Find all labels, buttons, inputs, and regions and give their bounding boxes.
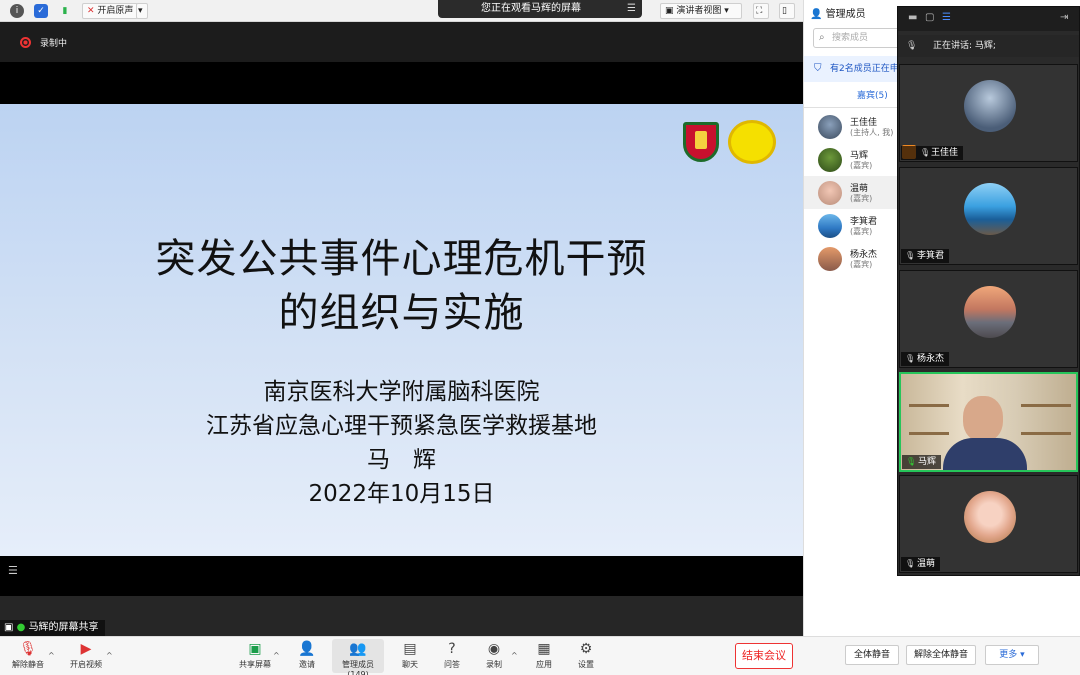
avatar <box>818 115 842 139</box>
apps-button[interactable]: ▦ 应用 <box>530 639 558 673</box>
slide-title-line2: 的组织与实施 <box>278 290 525 336</box>
slide-org-line1: 南京医科大学附属脑科医院 <box>263 379 540 405</box>
watching-banner: 您正在观看马辉的屏幕 ☰ <box>438 0 642 18</box>
tile-name-label: 🎙 杨永杰 <box>901 352 950 366</box>
meeting-window: i ✓ ▮ ✕ 开启原声 ▾ 您正在观看马辉的屏幕 ☰ ▣ 演讲者视图 ▾ ⛶ … <box>0 0 1080 675</box>
video-off-icon: ▶ <box>80 641 92 657</box>
apps-icon: ▦ <box>537 641 551 657</box>
presenter-view-icon: ▣ <box>665 6 674 16</box>
top-toolbar: i ✓ ▮ ✕ 开启原声 ▾ 您正在观看马辉的屏幕 ☰ ▣ 演讲者视图 ▾ ⛶ … <box>0 0 803 22</box>
question-icon: ? <box>448 641 456 657</box>
minimize-icon[interactable]: ▬ <box>908 12 917 23</box>
menu-icon[interactable]: ☰ <box>627 2 636 16</box>
video-options-caret[interactable]: ^ <box>106 651 113 660</box>
avatar <box>964 491 1016 543</box>
mic-muted-icon: 🎙 <box>905 354 916 363</box>
avatar <box>964 80 1016 132</box>
hospital-emblem-logo <box>683 122 719 162</box>
invite-button[interactable]: 👤 邀请 <box>290 639 324 673</box>
sidebar-toggle-button[interactable]: ▯ <box>779 3 795 19</box>
mic-off-icon: ✕ <box>87 6 95 16</box>
collapse-icon[interactable]: ⇥ <box>1060 12 1068 23</box>
share-screen-button[interactable]: ▣ 共享屏幕 <box>236 639 274 673</box>
window-icon[interactable]: ▢ <box>925 12 934 23</box>
shared-screen-slide: 突发公共事件心理危机干预 的组织与实施 南京医科大学附属脑科医院 江苏省应急心理… <box>0 104 803 556</box>
gallery-layout-icon[interactable]: ☰ <box>942 12 951 23</box>
video-gallery: ▬ ▢ ☰ ⇥ 🎙 正在讲话: 马辉; 🎙 王佳佳 🎙 李箕君 🎙 杨永杰 🎙 … <box>897 6 1080 576</box>
video-tile[interactable]: 🎙 王佳佳 <box>899 64 1078 162</box>
mic-icon: ● <box>16 622 26 633</box>
unmute-button[interactable]: 🎙 解除静音 <box>8 639 48 673</box>
slide-org-line2: 江苏省应急心理干预紧急医学救援基地 <box>206 413 597 439</box>
fullscreen-button[interactable]: ⛶ <box>753 3 769 19</box>
video-letterbox-top <box>0 62 803 104</box>
user-icon: 👤 <box>810 9 823 20</box>
tile-name-label: 🎙 王佳佳 <box>901 146 964 160</box>
original-sound-dropdown[interactable]: ▾ <box>136 3 148 19</box>
recording-status: 录制中 <box>40 39 68 49</box>
record-options-caret[interactable]: ^ <box>511 651 518 660</box>
avatar <box>964 183 1016 235</box>
recording-bar: 录制中 <box>0 22 803 62</box>
shield-icon: ⛉ <box>814 63 822 74</box>
mic-muted-icon: 🎙 <box>905 559 916 568</box>
end-meeting-button[interactable]: 结束会议 <box>735 643 793 669</box>
screen-share-label: ▣ ● 马辉的屏幕共享 <box>0 620 105 636</box>
add-user-icon: 👤 <box>298 641 316 657</box>
slide-author: 马 辉 <box>367 447 436 473</box>
share-options-caret[interactable]: ^ <box>273 651 280 660</box>
video-tile[interactable]: 🎙 李箕君 <box>899 167 1078 265</box>
slide-date: 2022年10月15日 <box>308 481 495 507</box>
more-button[interactable]: 更多 ▾ <box>985 645 1039 665</box>
tile-name-label: 🎙 李箕君 <box>901 249 950 263</box>
record-button[interactable]: ◉ 录制 <box>480 639 508 673</box>
meeting-toolbar: 🎙 解除静音 ^ ▶ 开启视频 ^ ▣ 共享屏幕 ^ 👤 邀请 👥 管理成员(1… <box>0 636 1080 675</box>
mic-off-icon: 🎙 <box>19 641 37 657</box>
settings-button[interactable]: ⚙ 设置 <box>572 639 600 673</box>
start-video-button[interactable]: ▶ 开启视频 <box>66 639 106 673</box>
avatar <box>818 214 842 238</box>
members-icon: 👥 <box>349 641 367 657</box>
shield-icon[interactable]: ✓ <box>34 4 48 18</box>
info-icon[interactable]: i <box>10 4 24 18</box>
record-icon: ◉ <box>487 641 501 657</box>
mic-muted-icon: 🎙 <box>905 251 916 260</box>
original-sound-button[interactable]: ✕ 开启原声 <box>82 3 139 19</box>
unmute-all-button[interactable]: 解除全体静音 <box>906 645 976 665</box>
mic-muted-icon: 🎙 <box>920 148 931 157</box>
gear-icon: ⚙ <box>579 641 593 657</box>
presenter-view-button[interactable]: ▣ 演讲者视图 ▾ <box>660 3 742 19</box>
video-area-bottom <box>0 596 803 636</box>
mic-icon: 🎙 <box>906 457 917 466</box>
slide-title-line1: 突发公共事件心理危机干预 <box>155 236 648 282</box>
tile-name-label: 🎙 温萌 <box>901 557 941 571</box>
speaking-indicator: 🎙 正在讲话: 马辉; <box>898 35 1079 57</box>
chat-icon: ▤ <box>403 641 417 657</box>
mic-icon: 🎙 <box>906 41 918 51</box>
avatar <box>818 247 842 271</box>
center-logo <box>728 120 776 164</box>
chat-button[interactable]: ▤ 聊天 <box>396 639 424 673</box>
gallery-header: ▬ ▢ ☰ ⇥ <box>898 7 1079 31</box>
manage-members-button[interactable]: 👥 管理成员(149) <box>332 639 384 675</box>
list-icon[interactable]: ☰ <box>8 564 18 577</box>
record-dot-icon <box>20 37 31 48</box>
video-tile-active-speaker[interactable]: 🎙 马辉 <box>899 372 1078 472</box>
avatar <box>964 286 1016 338</box>
mute-all-button[interactable]: 全体静音 <box>845 645 899 665</box>
audio-options-caret[interactable]: ^ <box>48 651 55 660</box>
share-screen-icon: ▣ <box>248 641 262 657</box>
avatar <box>818 148 842 172</box>
member-panel-header: 👤 管理成员 <box>810 9 866 20</box>
video-tile[interactable]: 🎙 温萌 <box>899 475 1078 573</box>
video-letterbox-bottom: ☰ <box>0 556 803 596</box>
video-tile[interactable]: 🎙 杨永杰 <box>899 270 1078 368</box>
signal-icon[interactable]: ▮ <box>58 4 72 18</box>
tile-name-label: 🎙 马辉 <box>902 455 942 469</box>
qa-button[interactable]: ? 问答 <box>438 639 466 673</box>
search-icon: ⌕ <box>819 32 825 43</box>
screen-share-icon: ▣ <box>4 622 14 633</box>
avatar <box>818 181 842 205</box>
